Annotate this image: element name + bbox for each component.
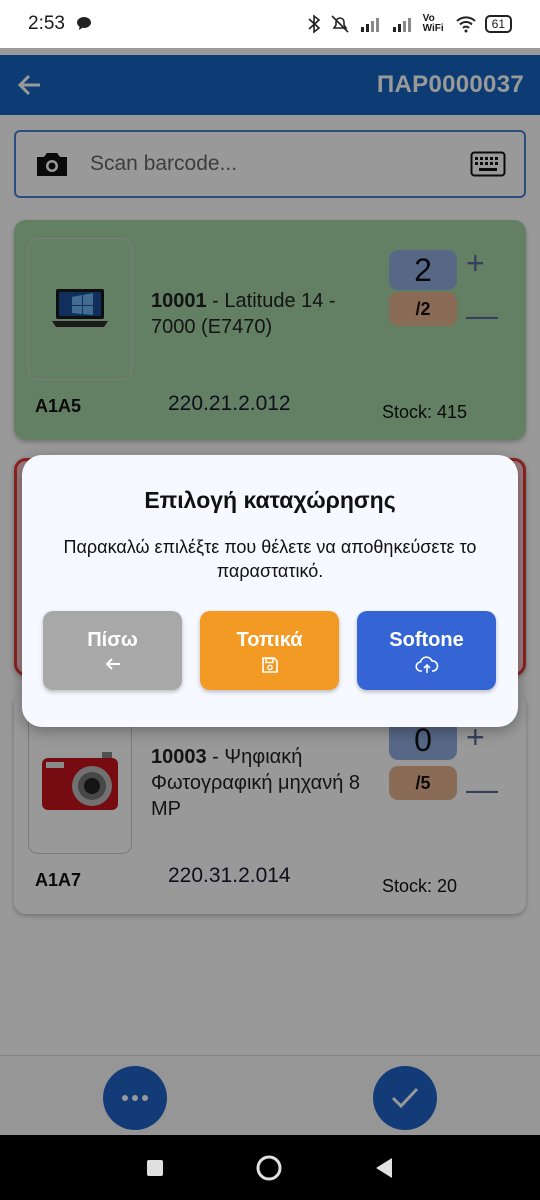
battery-icon: 61 xyxy=(484,15,512,33)
bluetooth-icon xyxy=(308,14,320,34)
status-bar: 2:53 Vo WiFi 61 xyxy=(0,0,540,48)
back-button-label: Πίσω xyxy=(87,629,138,651)
save-softone-button[interactable]: Softone xyxy=(357,611,496,690)
local-button-label: Τοπικά xyxy=(236,629,303,651)
softone-button-label: Softone xyxy=(389,629,464,651)
save-local-button[interactable]: Τοπικά xyxy=(200,611,339,690)
status-icons: Vo WiFi 61 xyxy=(307,14,512,34)
signal-2-icon xyxy=(392,18,411,32)
cloud-upload-icon xyxy=(414,656,438,673)
floppy-disk-icon xyxy=(261,657,278,673)
system-back-icon[interactable] xyxy=(373,1156,395,1180)
vowifi-label: Vo WiFi xyxy=(422,13,444,34)
system-nav-bar xyxy=(0,1135,540,1200)
status-time: 2:53 xyxy=(28,13,65,34)
wifi-icon xyxy=(455,16,476,33)
save-choice-dialog: Επιλογή καταχώρησης Παρακαλώ επιλέξτε πο… xyxy=(22,455,518,727)
arrow-left-icon xyxy=(105,658,120,670)
back-button[interactable]: Πίσω xyxy=(43,611,182,690)
recent-apps-icon[interactable] xyxy=(145,1158,165,1178)
chat-notification-icon xyxy=(76,17,91,30)
mute-icon xyxy=(331,15,349,33)
screen: 2:53 Vo WiFi 61 ΠΑΡ0000037 Scan barcode.… xyxy=(0,0,540,1200)
signal-icon xyxy=(360,18,379,32)
dialog-message: Παρακαλώ επιλέξτε που θέλετε να αποθηκεύ… xyxy=(63,537,477,581)
home-icon[interactable] xyxy=(255,1154,283,1182)
dialog-title: Επιλογή καταχώρησης xyxy=(144,487,396,513)
